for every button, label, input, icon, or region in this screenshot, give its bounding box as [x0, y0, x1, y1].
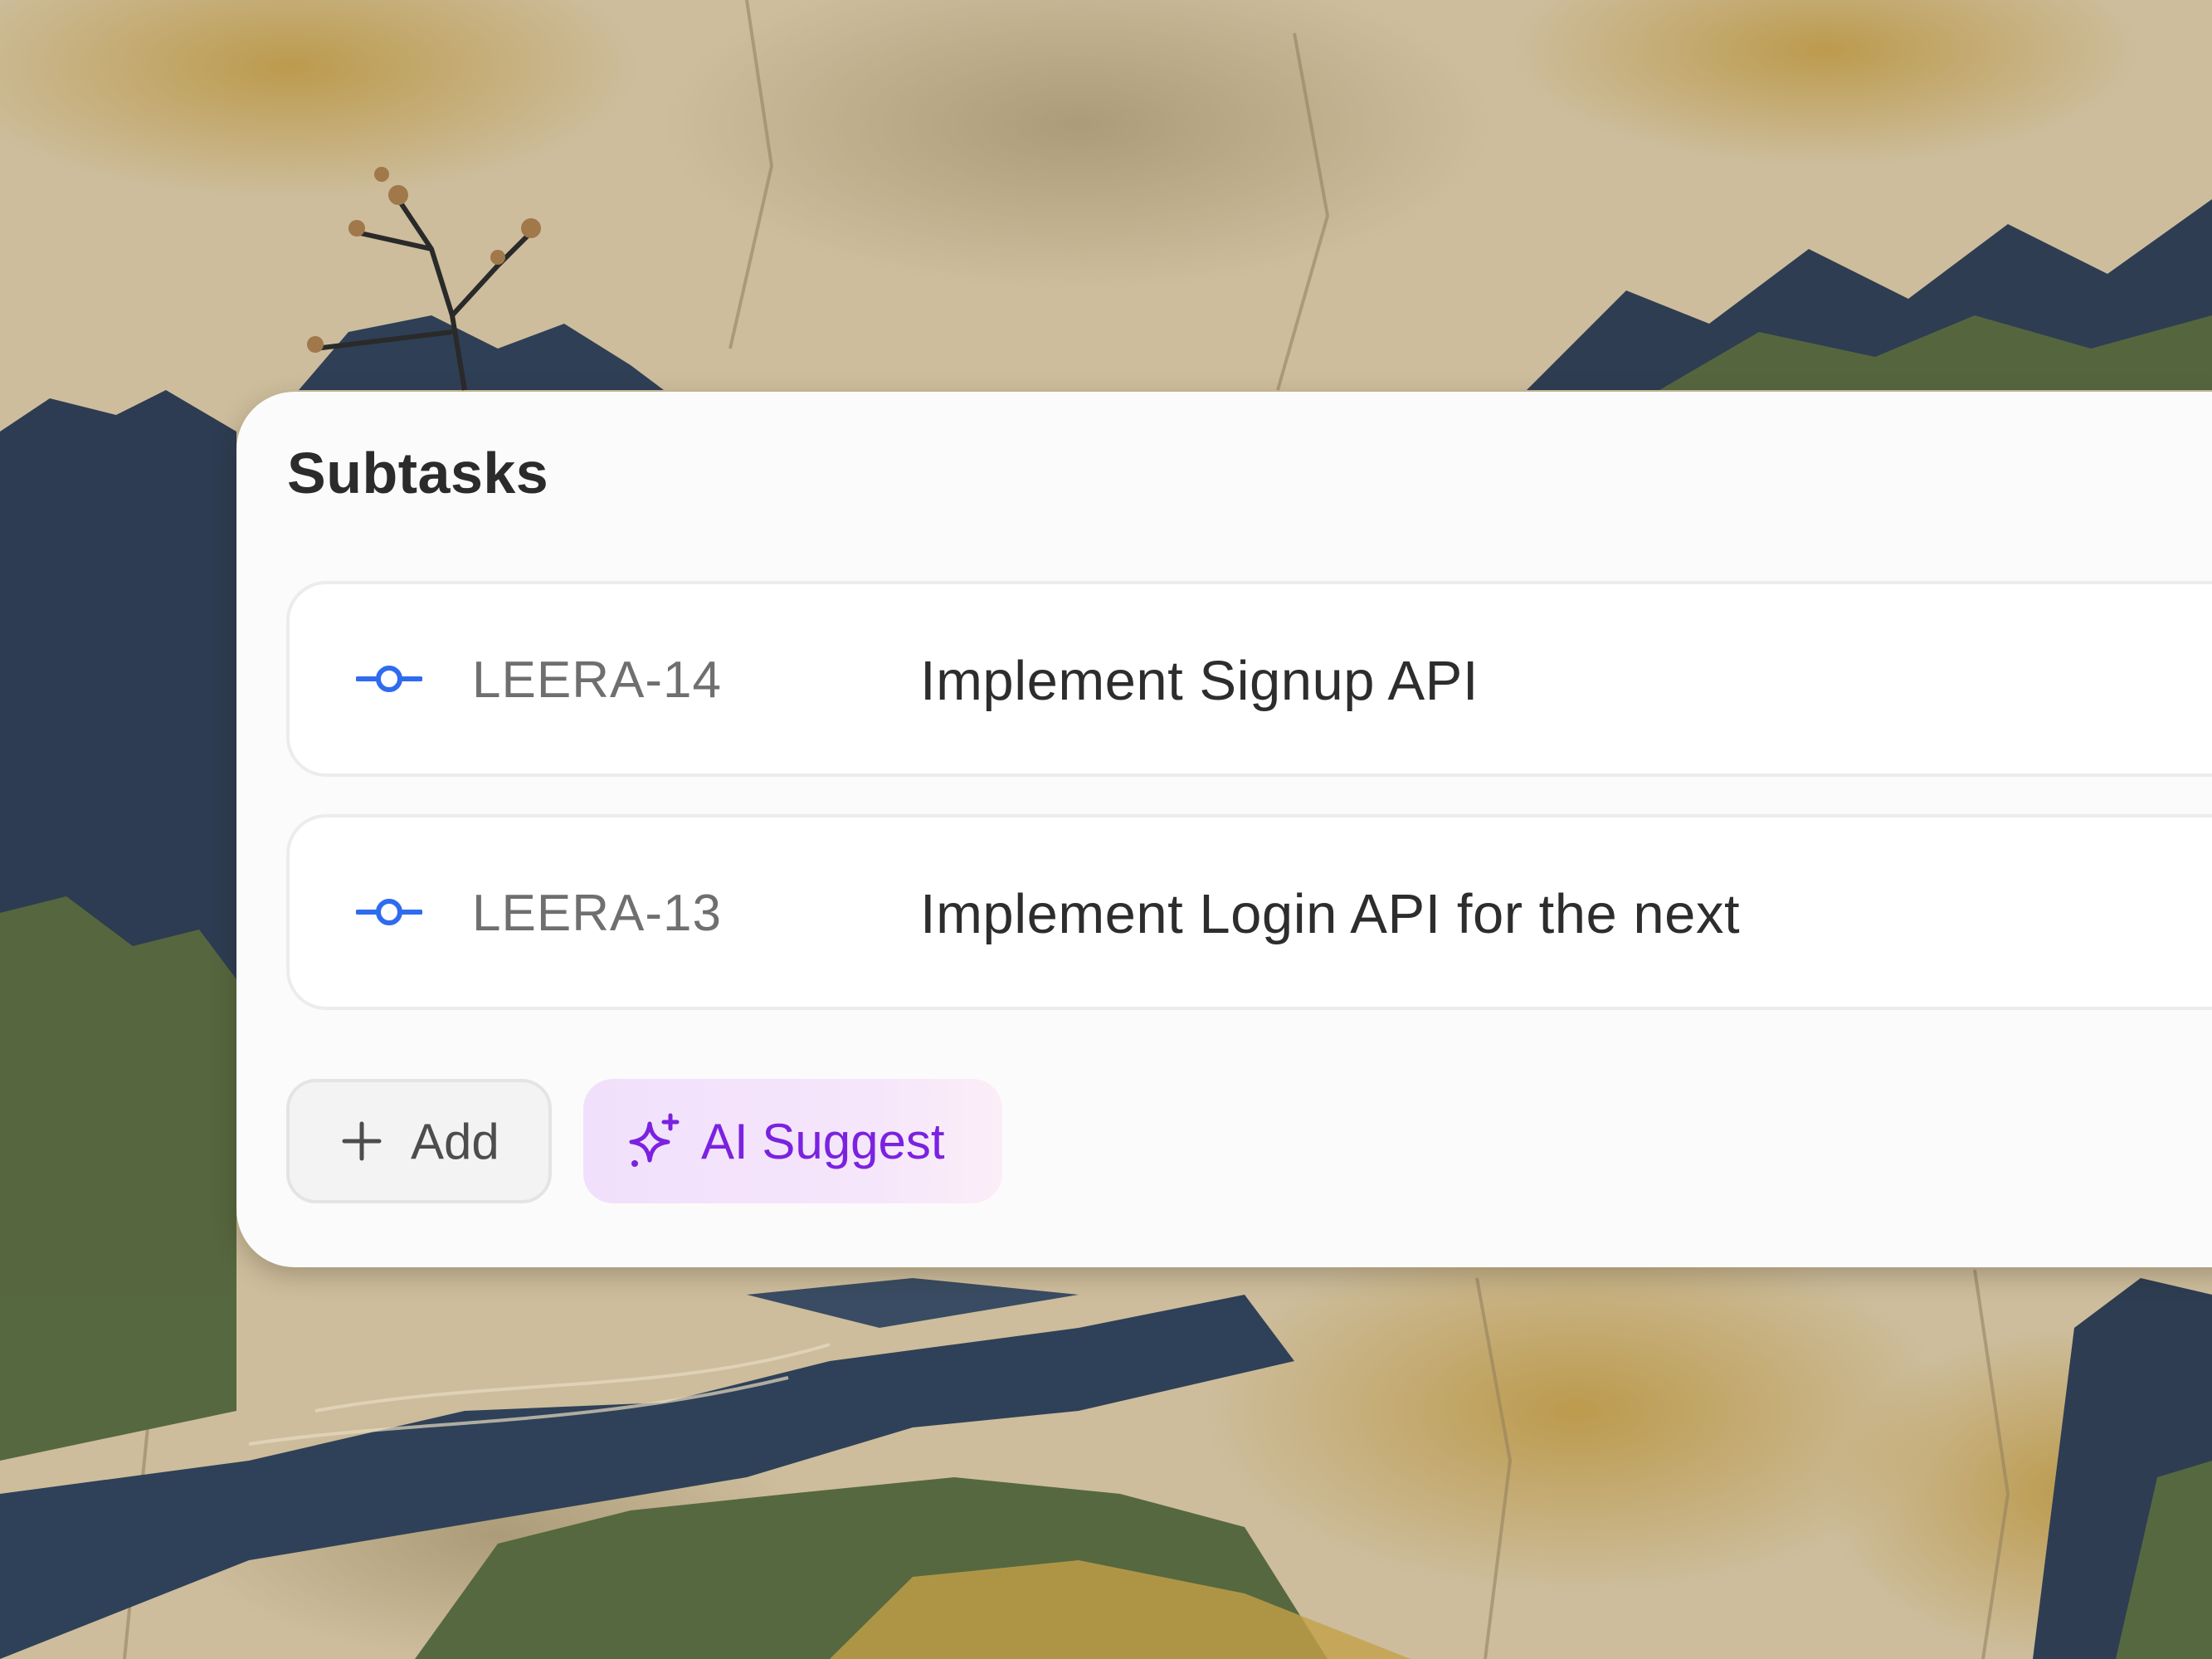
subtask-title: Implement Signup API — [920, 650, 1479, 712]
add-button-label: Add — [411, 1113, 499, 1169]
subtasks-panel: Subtasks LEERA-14 Implement Signup API L… — [236, 392, 2212, 1267]
ai-suggest-button[interactable]: AI Suggest — [583, 1079, 1002, 1203]
commit-dot-icon — [356, 894, 422, 930]
subtask-key: LEERA-13 — [472, 885, 722, 942]
sparkle-icon — [625, 1112, 683, 1170]
commit-dot-icon — [356, 661, 422, 697]
plus-icon — [341, 1120, 382, 1162]
ai-suggest-label: AI Suggest — [701, 1113, 945, 1169]
subtask-key: LEERA-14 — [472, 651, 722, 709]
panel-title: Subtasks — [287, 441, 549, 505]
subtask-row[interactable]: LEERA-13 Implement Login API for the nex… — [286, 814, 2212, 1010]
add-subtask-button[interactable]: Add — [286, 1079, 552, 1203]
subtask-title: Implement Login API for the next — [920, 883, 1741, 945]
subtask-row[interactable]: LEERA-14 Implement Signup API — [286, 581, 2212, 777]
